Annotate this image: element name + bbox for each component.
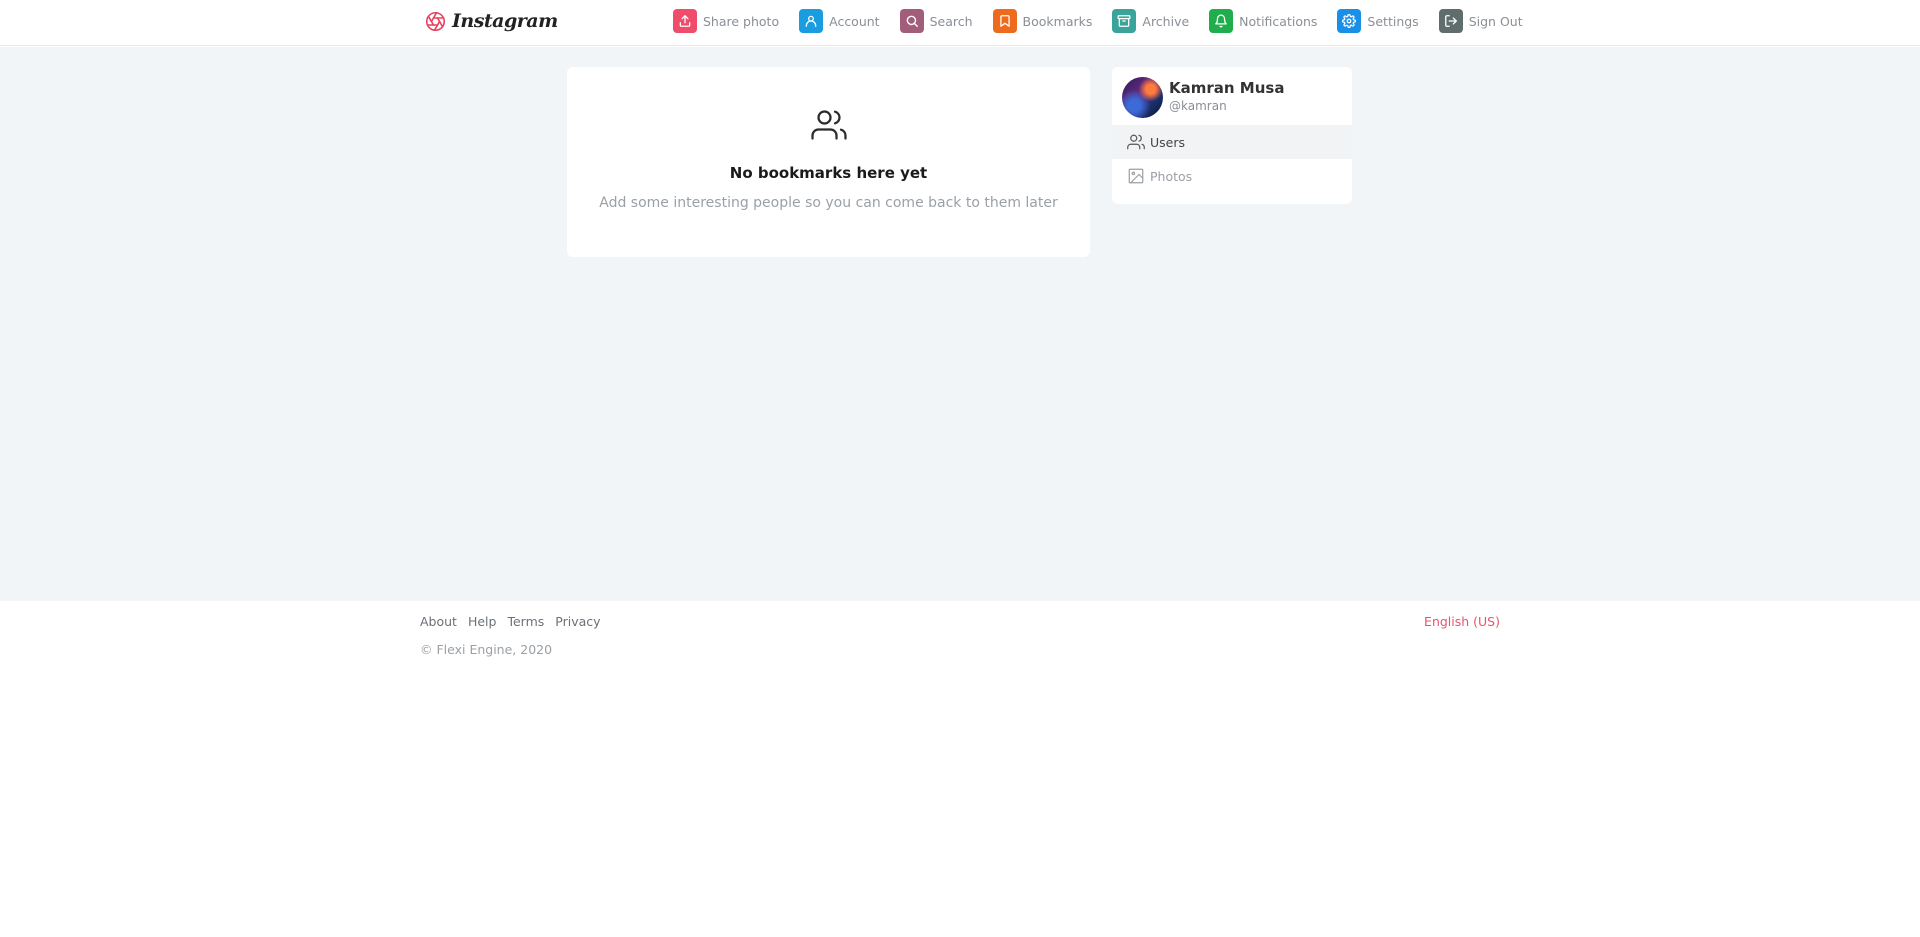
footer-link-about[interactable]: About bbox=[420, 614, 457, 629]
nav-search[interactable]: Search bbox=[899, 9, 973, 33]
footer-links: About Help Terms Privacy bbox=[420, 614, 601, 629]
footer-link-privacy[interactable]: Privacy bbox=[555, 614, 600, 629]
copyright: © Flexi Engine, 2020 bbox=[420, 642, 553, 657]
top-navigation-bar: Instagram Share photo Account Search Boo… bbox=[0, 0, 1920, 46]
main-nav: Share photo Account Search Bookmarks Arc… bbox=[673, 9, 1543, 33]
upload-icon bbox=[673, 9, 697, 33]
footer: About Help Terms Privacy © Flexi Engine,… bbox=[0, 601, 1920, 937]
avatar[interactable] bbox=[1122, 77, 1163, 118]
nav-label: Search bbox=[929, 13, 973, 29]
image-icon bbox=[1128, 168, 1144, 184]
menu-label: Photos bbox=[1150, 168, 1193, 184]
bell-icon bbox=[1209, 9, 1234, 33]
profile-header[interactable]: Kamran Musa @kamran bbox=[1112, 67, 1352, 125]
nav-archive[interactable]: Archive bbox=[1112, 9, 1189, 33]
bookmark-icon bbox=[992, 9, 1017, 33]
profile-card: Kamran Musa @kamran Users Photos bbox=[1112, 67, 1352, 204]
nav-account[interactable]: Account bbox=[799, 9, 880, 33]
nav-label: Bookmarks bbox=[1022, 13, 1093, 29]
gear-icon bbox=[1337, 9, 1362, 33]
nav-share-photo[interactable]: Share photo bbox=[673, 9, 779, 33]
users-icon bbox=[811, 110, 847, 140]
nav-settings[interactable]: Settings bbox=[1337, 9, 1419, 33]
nav-label: Settings bbox=[1367, 13, 1419, 29]
nav-sign-out[interactable]: Sign Out bbox=[1438, 9, 1523, 33]
empty-state-title: No bookmarks here yet bbox=[729, 164, 928, 182]
footer-link-help[interactable]: Help bbox=[468, 614, 497, 629]
profile-name: Kamran Musa bbox=[1169, 79, 1285, 97]
brand-name: Instagram bbox=[452, 10, 558, 32]
empty-bookmarks-card: No bookmarks here yet Add some interesti… bbox=[567, 67, 1090, 257]
profile-menu-users[interactable]: Users bbox=[1112, 125, 1352, 159]
sign-out-icon bbox=[1438, 9, 1463, 33]
aperture-icon bbox=[425, 11, 446, 31]
nav-label: Sign Out bbox=[1468, 13, 1523, 29]
nav-notifications[interactable]: Notifications bbox=[1209, 9, 1317, 33]
language-selector[interactable]: English (US) bbox=[1424, 614, 1500, 629]
nav-label: Account bbox=[829, 13, 880, 29]
nav-bookmarks[interactable]: Bookmarks bbox=[992, 9, 1093, 33]
users-icon bbox=[1127, 134, 1145, 150]
menu-label: Users bbox=[1150, 134, 1186, 150]
brand[interactable]: Instagram bbox=[425, 10, 558, 32]
profile-handle: @kamran bbox=[1169, 99, 1227, 113]
nav-label: Share photo bbox=[703, 13, 780, 29]
user-icon bbox=[799, 9, 824, 33]
profile-menu-photos[interactable]: Photos bbox=[1112, 159, 1352, 193]
footer-link-terms[interactable]: Terms bbox=[507, 614, 544, 629]
main-content: No bookmarks here yet Add some interesti… bbox=[0, 47, 1920, 601]
search-icon bbox=[899, 9, 924, 33]
nav-label: Notifications bbox=[1239, 13, 1318, 29]
empty-state-subtitle: Add some interesting people so you can c… bbox=[599, 195, 1058, 211]
nav-label: Archive bbox=[1142, 13, 1190, 29]
archive-icon bbox=[1112, 9, 1137, 33]
